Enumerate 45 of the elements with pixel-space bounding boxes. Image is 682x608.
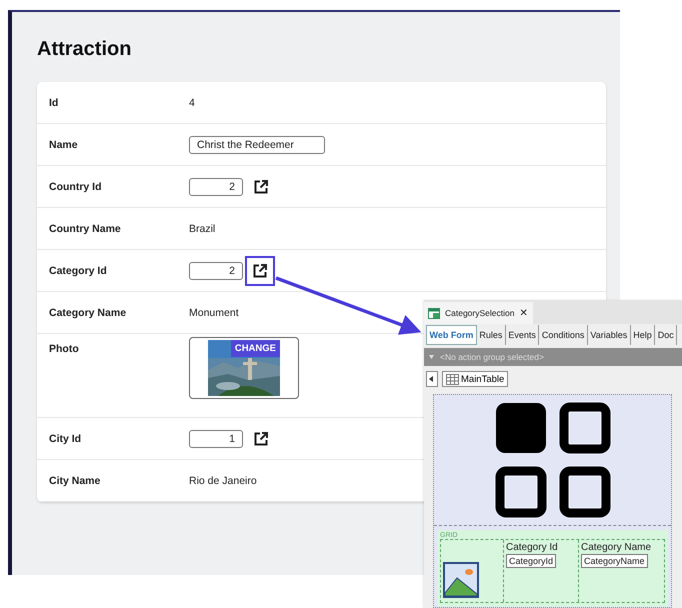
field-label: Photo xyxy=(48,342,80,355)
field-value: Monument xyxy=(189,306,239,318)
image-placeholder-icon xyxy=(443,562,479,598)
category-grid-icon xyxy=(494,401,612,519)
document-tab[interactable]: CategorySelection ✕ xyxy=(424,302,534,324)
editor-tab[interactable]: Conditions xyxy=(539,325,588,345)
field-label: Category Id xyxy=(48,264,108,276)
edit-icon[interactable] xyxy=(253,264,267,278)
edit-icon[interactable] xyxy=(254,432,268,446)
table-icon xyxy=(446,374,459,384)
editor-tab[interactable]: Rules xyxy=(476,325,506,345)
editor-tab[interactable]: Help xyxy=(630,325,656,345)
field-label: Country Name xyxy=(48,222,122,234)
close-icon[interactable]: ✕ xyxy=(519,307,528,319)
editor-tab[interactable]: Web Form xyxy=(426,325,477,345)
change-button[interactable]: CHANGE xyxy=(230,340,280,357)
triangle-left-icon xyxy=(429,376,433,382)
field-value: Brazil xyxy=(189,222,216,234)
field-label: Name xyxy=(48,138,79,150)
editor-tab[interactable]: Doc xyxy=(655,325,678,345)
main-table-button[interactable]: MainTable xyxy=(442,371,508,387)
attribute-field[interactable]: CategoryId xyxy=(506,554,556,568)
field-label: Id xyxy=(48,96,60,108)
field-value: 4 xyxy=(189,96,195,108)
attribute-field[interactable]: CategoryName xyxy=(581,554,648,568)
field-label: Country Id xyxy=(48,180,102,192)
field-label: City Name xyxy=(48,474,102,486)
field-value: Rio de Janeiro xyxy=(189,474,257,486)
input-field[interactable]: Christ the Redeemer xyxy=(189,136,325,154)
edit-icon[interactable] xyxy=(254,180,268,194)
dropdown-icon xyxy=(429,355,434,359)
action-group-text: <No action group selected> xyxy=(440,352,544,362)
collapse-button[interactable] xyxy=(426,371,438,387)
page-title: Attraction xyxy=(36,37,132,62)
number-field[interactable]: 1 xyxy=(189,430,243,448)
form-icon xyxy=(428,308,440,318)
column-header: Category Id xyxy=(506,542,559,553)
editor-tab[interactable]: Events xyxy=(506,325,540,345)
field-label: Category Name xyxy=(48,306,128,318)
field-label: City Id xyxy=(48,432,82,444)
number-field[interactable]: 2 xyxy=(189,262,243,280)
editor-tab[interactable]: Variables xyxy=(588,325,631,345)
column-header: Category Name xyxy=(581,542,652,553)
number-field[interactable]: 2 xyxy=(189,178,243,196)
tab-title: CategorySelection xyxy=(445,308,514,318)
